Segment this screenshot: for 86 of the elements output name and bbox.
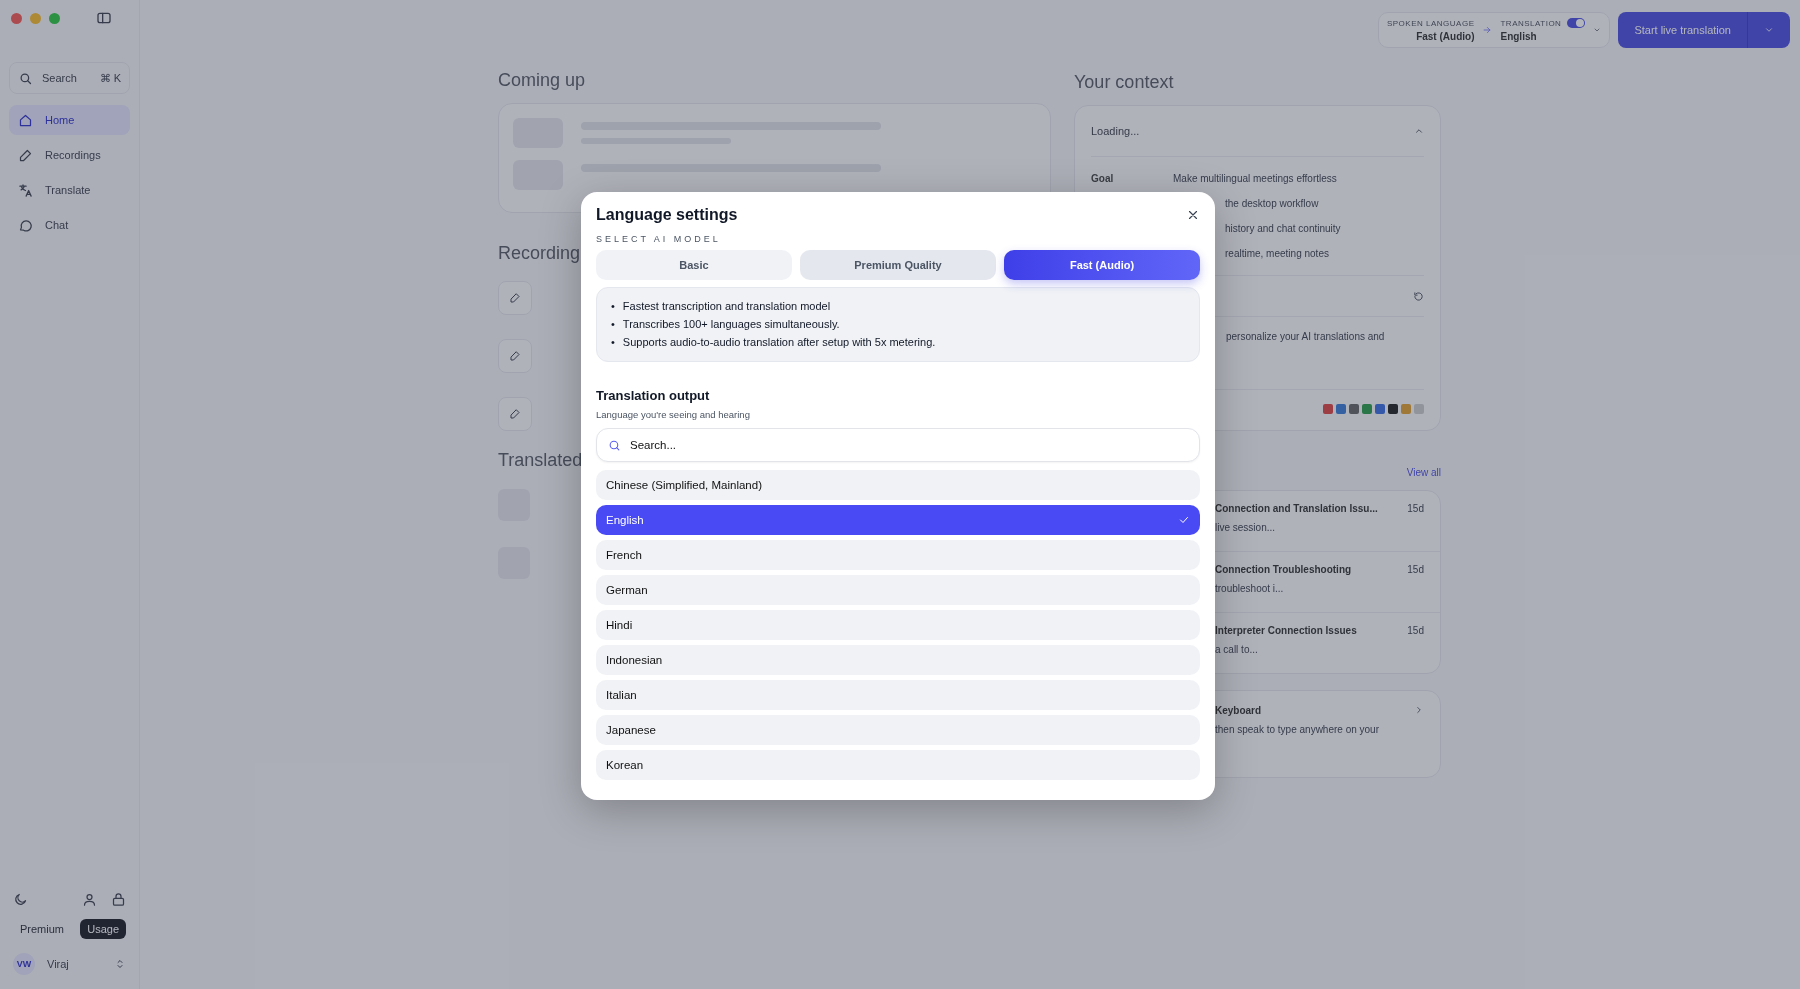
field-value: Fast (Audio): [1416, 30, 1475, 42]
user-avatar: VW: [13, 953, 35, 975]
feature-item: Supports audio-to-audio translation after setup with 5x metering.: [622, 335, 936, 350]
chat-preview: troubleshoot i...: [1215, 583, 1285, 594]
check-icon: [1178, 514, 1190, 526]
search-icon: [608, 439, 621, 452]
chat-preview: a call to...: [1215, 644, 1259, 655]
language-option[interactable]: Indonesian: [596, 645, 1200, 675]
field-label: SPOKEN LANGUAGE: [1386, 18, 1475, 28]
section-heading: Coming up: [498, 70, 587, 91]
shortcut-hint: ⌘ K: [99, 71, 121, 85]
pen-icon: [18, 147, 33, 163]
sidebar-toggle-icon[interactable]: [96, 10, 112, 26]
field-value: English: [1500, 31, 1538, 42]
moon-icon[interactable]: [13, 892, 28, 907]
loading-text: Loading...: [1091, 125, 1140, 137]
translate-icon: [18, 182, 33, 198]
search-field[interactable]: Search...: [596, 428, 1200, 462]
section-heading: Your context: [1074, 72, 1175, 93]
card-text: then speak to type anywhere on your: [1215, 724, 1380, 735]
pen-icon: [509, 408, 521, 420]
pen-icon: [509, 292, 521, 304]
context-line: realtime, meeting notes: [1225, 248, 1329, 259]
language-option[interactable]: Chinese (Simplified, Mainland): [596, 470, 1200, 500]
translation-toggle[interactable]: [1567, 18, 1586, 28]
sidebar-item[interactable]: Home: [9, 105, 130, 135]
section-heading: Translated: [498, 450, 584, 471]
section-subtitle: Language you're seeing and hearing: [596, 409, 751, 420]
context-line: history and chat continuity: [1225, 223, 1341, 234]
chat-title: Connection and Translation Issu...: [1215, 503, 1379, 514]
chat-preview: live session...: [1215, 522, 1277, 533]
search-field[interactable]: Search ⌘ K: [9, 62, 130, 94]
language-option[interactable]: Hindi: [596, 610, 1200, 640]
section-label: SELECT AI MODEL: [596, 234, 722, 244]
language-option[interactable]: Korean: [596, 750, 1200, 780]
language-selector[interactable]: SPOKEN LANGUAGE Fast (Audio) TRANSLATION English: [1377, 12, 1611, 48]
card-title: Keyboard: [1215, 705, 1263, 716]
language-option[interactable]: English: [596, 505, 1200, 535]
sidebar-item[interactable]: Recordings: [9, 140, 130, 170]
plan-tab[interactable]: Usage: [80, 919, 126, 939]
arrow-icon: [1482, 25, 1493, 35]
model-tab[interactable]: Premium Quality: [800, 250, 996, 280]
start-button[interactable]: Start live translation: [1618, 12, 1790, 48]
home-icon: [18, 112, 33, 128]
chat-time: 15d: [1407, 503, 1424, 516]
field-label: TRANSLATION: [1500, 18, 1562, 28]
sidebar-item[interactable]: Translate: [9, 175, 130, 205]
language-option[interactable]: Italian: [596, 680, 1200, 710]
language-option[interactable]: German: [596, 575, 1200, 605]
feature-item: Transcribes 100+ languages simultaneously.: [622, 317, 840, 332]
language-option[interactable]: Japanese: [596, 715, 1200, 745]
chevron-up-icon[interactable]: [1414, 126, 1424, 136]
bullet-mark: •: [611, 335, 615, 350]
model-tab[interactable]: Fast (Audio): [1004, 250, 1200, 280]
close-icon[interactable]: [1186, 208, 1200, 222]
bullet-mark: •: [611, 299, 615, 314]
plan-tab[interactable]: Premium: [13, 919, 71, 939]
chevron-down-icon[interactable]: [1764, 25, 1774, 35]
refresh-icon[interactable]: [1413, 290, 1424, 302]
bullet-mark: •: [611, 317, 615, 332]
zoom-dot[interactable]: [49, 12, 60, 24]
goal-label: Goal: [1091, 173, 1114, 184]
view-all-link[interactable]: View all: [1406, 467, 1441, 478]
lock-icon[interactable]: [111, 892, 126, 907]
minimize-dot[interactable]: [30, 12, 41, 24]
chevron-updown-icon[interactable]: [114, 958, 126, 970]
context-line: the desktop workflow: [1225, 198, 1319, 209]
section-title: Translation output: [596, 388, 711, 403]
user-name: Viraj: [47, 958, 70, 970]
pen-icon: [509, 350, 521, 362]
model-tab[interactable]: Basic: [596, 250, 792, 280]
feature-item: Fastest transcription and translation model: [622, 299, 831, 314]
chevron-right-icon: [1414, 705, 1424, 715]
dialog-title: Language settings: [596, 206, 738, 224]
language-option[interactable]: French: [596, 540, 1200, 570]
chat-title: Interpreter Connection Issues: [1215, 625, 1358, 636]
section-heading: Recording: [498, 243, 582, 264]
close-dot[interactable]: [11, 12, 22, 24]
chat-time: 15d: [1407, 564, 1424, 577]
context-note: personalize your AI translations and: [1226, 331, 1385, 342]
chevron-down-icon[interactable]: [1593, 26, 1602, 34]
sidebar-item[interactable]: Chat: [9, 210, 130, 240]
chat-time: 15d: [1407, 625, 1424, 638]
chat-icon: [18, 217, 33, 233]
chat-title: Connection Troubleshooting: [1215, 564, 1353, 575]
context-line: Make multilingual meetings effortless: [1173, 173, 1337, 184]
